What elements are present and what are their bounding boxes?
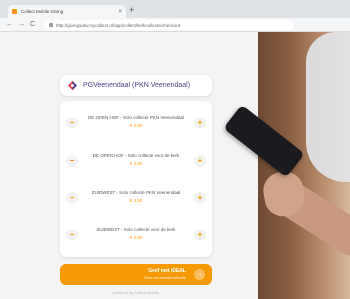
powered-by-footer: powered by Collect Mobile xyxy=(112,290,160,295)
product-price: € 2,50 xyxy=(129,198,143,203)
decrease-quantity-button[interactable]: − xyxy=(66,155,78,167)
product-list: − DE OPEN HOF - Solo collecte PKN Veenen… xyxy=(60,101,212,257)
pay-button-label: Geef met iDEAL xyxy=(148,268,186,274)
address-bar[interactable]: http://givingsdev.mycollect.nl/app/colle… xyxy=(44,20,294,30)
decrease-quantity-button[interactable]: − xyxy=(66,229,78,241)
new-tab-button[interactable]: + xyxy=(129,4,134,16)
product-item: − DE OPEN HOF - Solo collecte voor de ke… xyxy=(60,148,212,174)
increase-quantity-button[interactable]: + xyxy=(194,229,206,241)
product-name: ZUIDWEST - Solo collecte voor de kerk xyxy=(96,227,176,232)
tab-close-icon[interactable]: × xyxy=(118,9,122,15)
info-icon xyxy=(49,23,53,27)
product-item: − ZUIDWEST - Solo collecte voor de kerk … xyxy=(60,222,212,248)
product-name: DE OPEN HOF - Solo collecte PKN Veenenda… xyxy=(87,115,185,120)
browser-toolbar: ← → C http://givingsdev.mycollect.nl/app… xyxy=(0,18,350,32)
photo-shirt xyxy=(306,32,350,182)
back-button[interactable]: ← xyxy=(6,19,13,31)
organization-name: PGVeenendaal (PKN Veenendaal) xyxy=(83,82,191,89)
arrow-right-icon: → xyxy=(196,271,203,278)
tab-title: Collect Mobile Giving xyxy=(21,9,64,14)
forward-button[interactable]: → xyxy=(18,19,25,31)
increase-quantity-button[interactable]: + xyxy=(194,117,206,129)
decrease-quantity-button[interactable]: − xyxy=(66,192,78,204)
increase-quantity-button[interactable]: + xyxy=(194,155,206,167)
decrease-quantity-button[interactable]: − xyxy=(66,117,78,129)
browser-tab[interactable]: Collect Mobile Giving × xyxy=(8,5,126,18)
pay-ideal-button[interactable]: Geef met iDEAL Kies uw betaalmethode → xyxy=(60,264,212,285)
product-name: ZUIDWEST - Solo collecte PKN Veenendaal xyxy=(91,190,181,195)
product-item: − DE OPEN HOF - Solo collecte PKN Veenen… xyxy=(60,110,212,136)
product-name: DE OPEN HOF - Solo collecte voor de kerk xyxy=(92,153,180,158)
pay-button-sublabel: Kies uw betaalmethode xyxy=(144,275,186,280)
product-price: € 2,50 xyxy=(129,123,143,128)
increase-quantity-button[interactable]: + xyxy=(194,192,206,204)
product-item: − ZUIDWEST - Solo collecte PKN Veenendaa… xyxy=(60,185,212,211)
browser-tab-bar: Collect Mobile Giving × + xyxy=(0,0,350,18)
product-price: € 2,50 xyxy=(129,235,143,240)
url-text: http://givingsdev.mycollect.nl/app/colle… xyxy=(56,22,180,28)
church-logo-icon xyxy=(67,80,78,91)
product-price: € 2,50 xyxy=(129,161,143,166)
reload-button[interactable]: C xyxy=(30,19,35,31)
collect-favicon-icon xyxy=(12,9,17,14)
organization-header: PGVeenendaal (PKN Veenendaal) xyxy=(60,75,212,96)
